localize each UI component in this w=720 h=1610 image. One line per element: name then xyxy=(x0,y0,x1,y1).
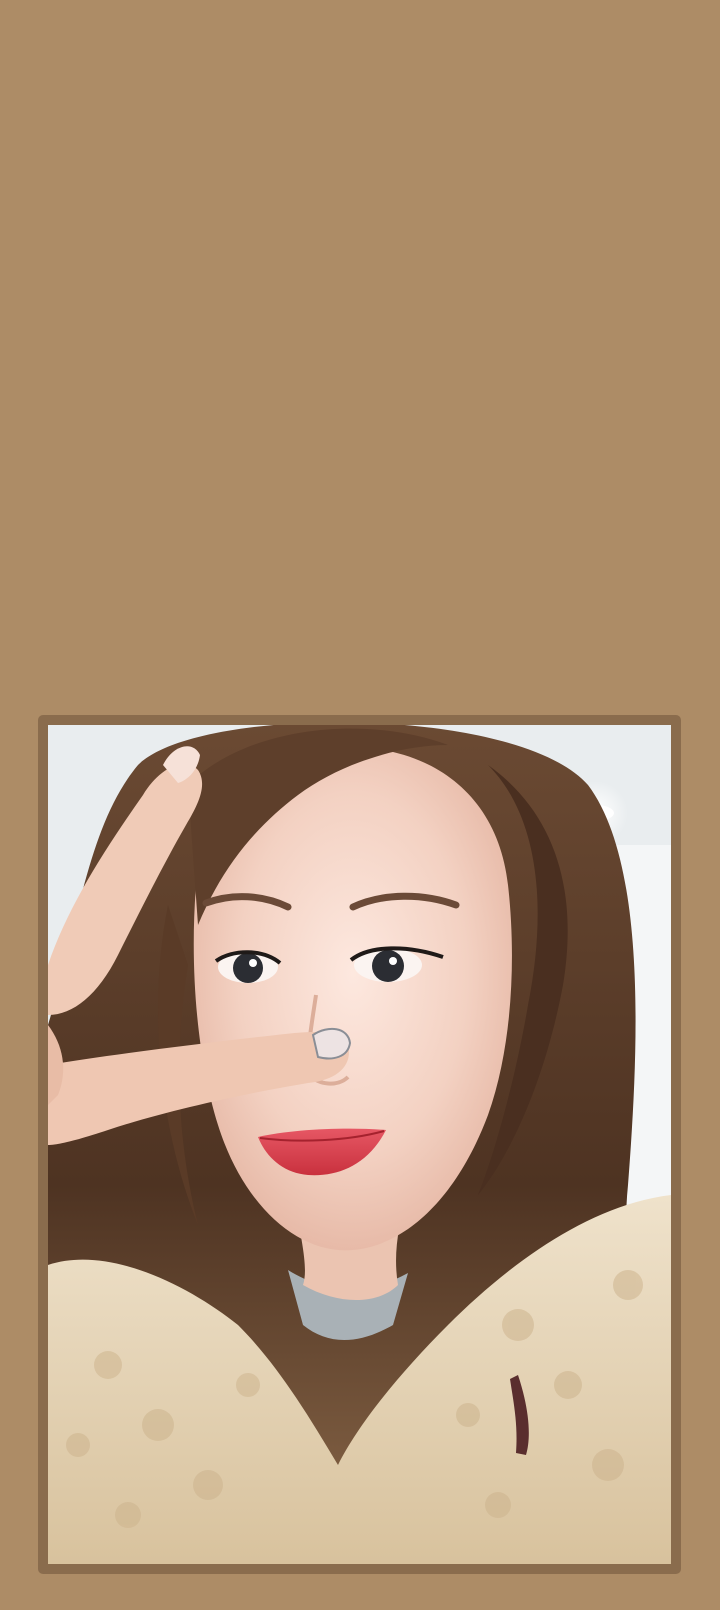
photo-frame xyxy=(38,715,681,1574)
right-eye xyxy=(372,950,404,982)
selfie-illustration xyxy=(48,725,671,1564)
left-eye xyxy=(233,953,263,983)
selfie-photo xyxy=(48,725,671,1564)
